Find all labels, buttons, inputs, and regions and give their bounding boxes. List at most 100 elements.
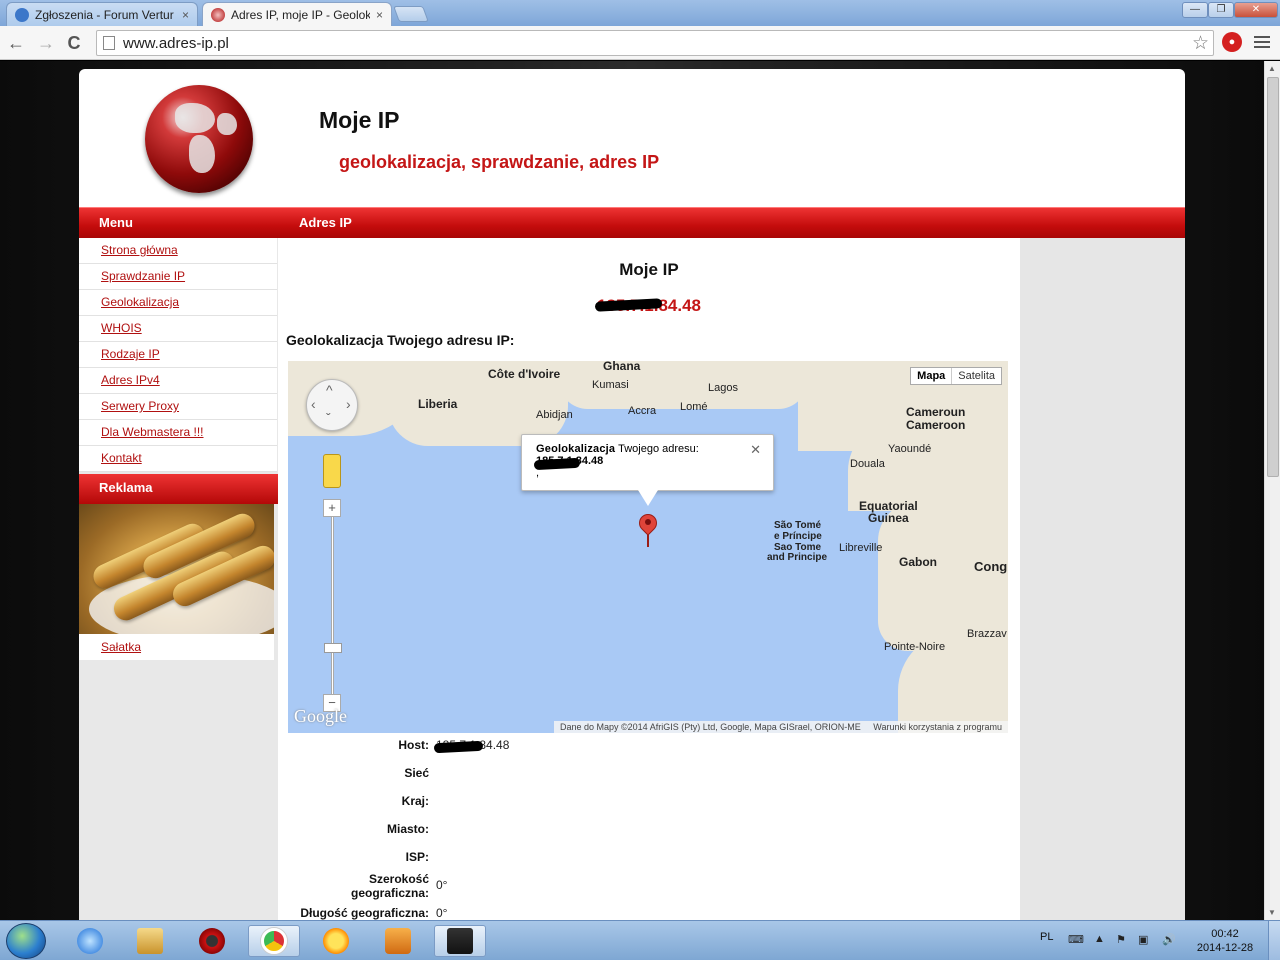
page-icon — [103, 36, 115, 50]
tray-expand-icon[interactable]: ▲ — [1094, 933, 1105, 945]
language-indicator[interactable]: PL — [1040, 931, 1053, 943]
pan-control[interactable]: ^ ‹ › ˇ — [306, 379, 358, 431]
volume-icon[interactable]: 🔊 — [1162, 933, 1176, 946]
menu-icon[interactable] — [1254, 34, 1270, 50]
map-label-gabon: Gabon — [899, 555, 937, 569]
file-explorer-icon[interactable] — [124, 925, 176, 957]
network-icon[interactable]: ▣ — [1138, 933, 1148, 946]
star-icon[interactable]: ☆ — [1192, 32, 1209, 55]
info-value: 0° — [436, 906, 448, 920]
sidebar-item-adres-ipv4[interactable]: Adres IPv4 — [79, 368, 277, 394]
pegman-icon[interactable] — [323, 454, 341, 488]
sun-app-icon[interactable] — [310, 925, 362, 957]
map-label-brazzaville: Brazzav — [967, 628, 1007, 640]
tab-forum[interactable]: Zgłoszenia - Forum Vertur × — [6, 2, 198, 26]
scrollbar-thumb[interactable] — [1267, 77, 1279, 477]
infowindow-close-icon[interactable]: ✕ — [750, 442, 761, 458]
geolocation-heading: Geolokalizacja Twojego adresu IP: — [286, 332, 515, 348]
info-value: 185.7.1.84.48 — [436, 738, 509, 752]
browser-titlebar: Zgłoszenia - Forum Vertur × Adres IP, mo… — [0, 0, 1280, 27]
site-subtitle: geolokalizacja, sprawdzanie, adres IP — [339, 152, 660, 172]
right-column — [1020, 238, 1185, 920]
forum-favicon-icon — [15, 7, 29, 22]
sidebar-item-whois[interactable]: WHOIS — [79, 316, 277, 342]
info-key: Kraj: — [401, 794, 429, 808]
site-container: Moje IP geolokalizacja, sprawdzanie, adr… — [79, 69, 1185, 920]
browser-toolbar: ← → C www.adres-ip.pl ☆ — [0, 26, 1280, 60]
map-label-pointe-noire: Pointe-Noire — [884, 641, 946, 653]
internet-explorer-icon[interactable] — [64, 925, 116, 957]
info-key: Host: — [398, 738, 429, 752]
host-redacted: 185.7.1. — [436, 738, 480, 752]
map-label-liberia: Liberia — [418, 397, 458, 411]
main-content: Moje IP 185.7.1.84.48 Geolokalizacja Two… — [278, 238, 1020, 920]
address-bar[interactable]: www.adres-ip.pl ☆ — [96, 30, 1214, 56]
maximize-button[interactable]: ❐ — [1208, 2, 1234, 18]
chrome-icon[interactable] — [248, 925, 300, 957]
google-logo: Google — [294, 706, 347, 726]
system-clock[interactable]: 00:42 2014-12-28 — [1190, 927, 1260, 955]
sidebar-item-serwery-proxy[interactable]: Serwery Proxy — [79, 394, 277, 420]
tab-close-icon[interactable]: × — [182, 8, 189, 22]
close-window-button[interactable]: ✕ — [1234, 2, 1278, 18]
map-label-lagos: Lagos — [708, 382, 738, 394]
media-player-icon[interactable] — [372, 925, 424, 957]
sidebar-item-dla-webmastera[interactable]: Dla Webmastera !!! — [79, 420, 277, 446]
action-center-icon[interactable]: ⚑ — [1116, 933, 1126, 946]
infowindow-ip-visible: 84.48 — [575, 455, 604, 467]
terms-link[interactable]: Warunki korzystania z programu — [873, 722, 1002, 732]
keyboard-icon[interactable]: ⌨ — [1068, 933, 1084, 946]
map-type-mapa[interactable]: Mapa — [911, 368, 953, 384]
zoom-in-button[interactable]: + — [323, 499, 341, 517]
nero-icon[interactable] — [434, 925, 486, 957]
sidebar-item-geolokalizacja[interactable]: Geolokalizacja — [79, 290, 277, 316]
start-button[interactable] — [6, 923, 46, 959]
site-title: Moje IP — [319, 107, 400, 133]
info-key: Szerokość geograficzna: — [350, 872, 429, 900]
tab-label: Adres IP, moje IP - Geolok — [231, 8, 370, 22]
content-title: Moje IP — [619, 260, 679, 279]
map-label-yaounde: Yaoundé — [888, 443, 932, 455]
minimize-button[interactable]: — — [1182, 2, 1208, 18]
infowindow-extra: , — [536, 467, 540, 479]
map-label-sao-tome: São Tomé — [774, 520, 822, 531]
clock-time: 00:42 — [1211, 928, 1239, 940]
tab-adres-ip[interactable]: Adres IP, moje IP - Geolok × — [202, 2, 392, 27]
forward-icon[interactable]: → — [36, 33, 56, 53]
map-label-cameroun: Cameroun — [906, 405, 966, 419]
map-label-ghana: Ghana — [603, 361, 641, 373]
google-map[interactable]: Ghana Côte d'Ivoire Kumasi Liberia Lagos… — [288, 361, 1008, 733]
map-label-libreville: Libreville — [839, 542, 883, 554]
extension-icon[interactable]: ● — [1222, 32, 1242, 52]
tab-label: Zgłoszenia - Forum Vertur — [35, 7, 174, 22]
sidebar-item-sprawdzanie-ip[interactable]: Sprawdzanie IP — [79, 264, 277, 290]
map-label-cameroon: Cameroon — [906, 418, 966, 432]
sidebar-item-kontakt[interactable]: Kontakt — [79, 446, 277, 472]
zoom-slider-track[interactable] — [331, 509, 334, 704]
back-icon[interactable]: ← — [6, 33, 26, 53]
reload-icon[interactable]: C — [64, 33, 84, 53]
reklama-heading: Reklama — [79, 474, 278, 504]
url-text[interactable]: www.adres-ip.pl — [123, 35, 229, 52]
show-desktop-button[interactable] — [1268, 921, 1280, 960]
map-label-abidjan: Abidjan — [536, 409, 573, 421]
sidebar-item-strona-glowna[interactable]: Strona główna — [79, 238, 277, 264]
info-value: 0° — [436, 878, 448, 892]
info-key: Długość geograficzna: — [300, 906, 429, 920]
info-key: Sieć — [404, 766, 429, 780]
new-tab-button[interactable] — [393, 6, 429, 22]
tab-close-icon[interactable]: × — [376, 8, 383, 22]
ip-visible-part: 84.48 — [658, 296, 701, 315]
ip-address: 185.7.1.84.48 — [278, 296, 1020, 316]
recorder-icon[interactable] — [186, 925, 238, 957]
ad-caption-link[interactable]: Sałatka — [79, 634, 274, 660]
map-label-kumasi: Kumasi — [592, 379, 629, 391]
ad-image[interactable] — [79, 504, 274, 634]
map-type-satelita[interactable]: Satelita — [952, 368, 1001, 384]
map-label-e-principe: e Príncipe — [774, 531, 822, 542]
zoom-slider-thumb[interactable] — [324, 643, 342, 653]
vertical-scrollbar[interactable]: ▲ ▼ — [1264, 61, 1280, 920]
redacted-ip-part: 185.7.1. — [597, 296, 659, 315]
sidebar-item-rodzaje-ip[interactable]: Rodzaje IP — [79, 342, 277, 368]
sidebar: Strona główna Sprawdzanie IP Geolokaliza… — [79, 238, 278, 920]
